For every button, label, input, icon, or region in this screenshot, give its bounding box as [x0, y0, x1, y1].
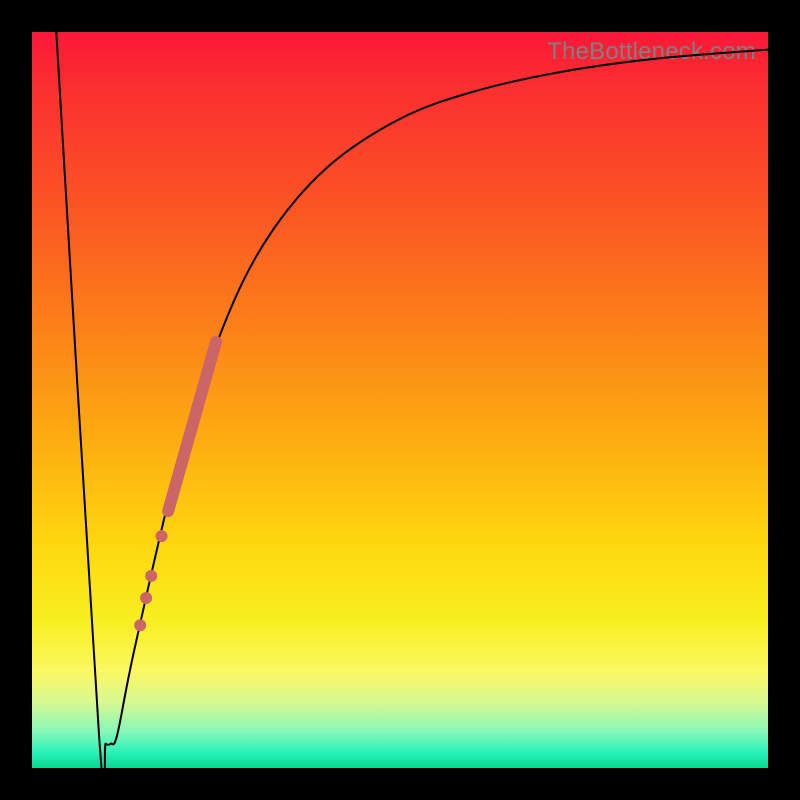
chart-svg: [32, 32, 768, 768]
chart-container: TheBottleneck.com: [0, 0, 800, 800]
marker-dot-3: [140, 592, 152, 604]
bottleneck-curve: [56, 32, 768, 789]
marker-dot-4: [134, 619, 146, 631]
plot-area: TheBottleneck.com: [32, 32, 768, 768]
marker-dot-1: [156, 530, 168, 542]
marker-dense-segment: [168, 342, 216, 511]
marker-dot-2: [145, 570, 157, 582]
